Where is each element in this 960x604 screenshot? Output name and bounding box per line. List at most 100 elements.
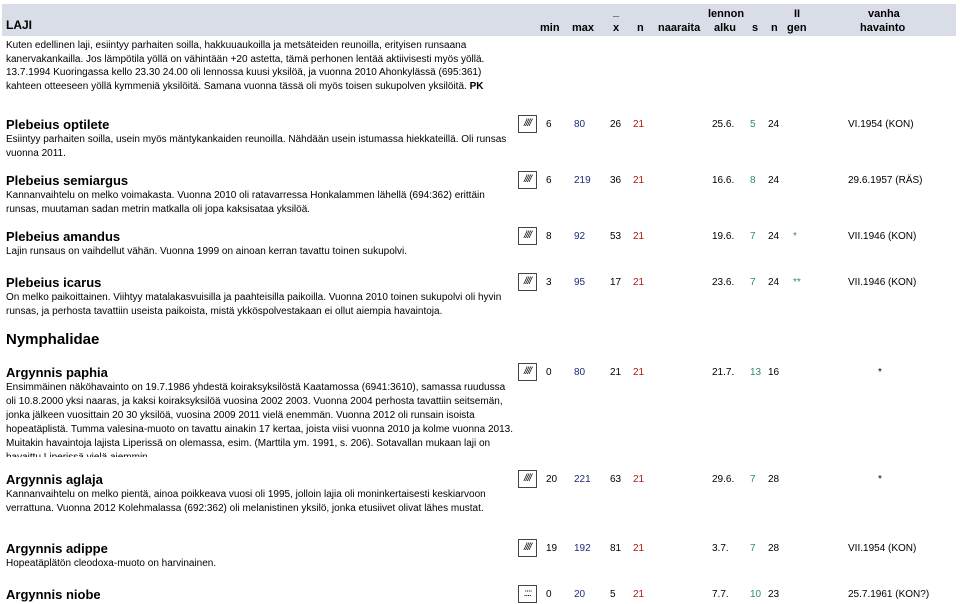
species-name: Plebeius icarus <box>6 275 102 290</box>
cell-naaraita: 21 <box>633 474 645 485</box>
cell-n: 28 <box>768 543 780 554</box>
cell-max: 95 <box>574 277 586 288</box>
cell-s: 8 <box>750 175 756 186</box>
cell-vanha: * <box>878 367 882 378</box>
cell-naaraita: 21 <box>633 175 645 186</box>
cell-min: 19 <box>546 543 558 554</box>
cell-naaraita: 21 <box>633 231 645 242</box>
col-x-bar: _ <box>613 6 620 18</box>
cell-alku: 21.7. <box>712 367 735 378</box>
cell-max: 192 <box>574 543 591 554</box>
cell-x: 63 <box>610 474 622 485</box>
col-laji: LAJI <box>6 18 33 32</box>
cell-alku: 3.7. <box>712 543 729 554</box>
cell-n: 28 <box>768 474 780 485</box>
cell-s: 5 <box>750 119 756 130</box>
species-name: Argynnis niobe <box>6 587 101 602</box>
cell-s: 13 <box>750 367 762 378</box>
species-name: Argynnis aglaja <box>6 472 103 487</box>
cell-s: 7 <box>750 543 756 554</box>
cell-vanha: 25.7.1961 (KON?) <box>848 589 930 600</box>
cell-vanha: 29.6.1957 (RÄS) <box>848 175 923 186</box>
cell-x: 81 <box>610 543 622 554</box>
family-heading: Nymphalidae <box>6 331 100 348</box>
species-description: Kannanvaihtelu on melko pientä, ainoa po… <box>6 489 486 514</box>
intro-text: Kuten edellinen laji, esiintyy parhaiten… <box>6 40 485 92</box>
flight-period-icon: //// <box>518 470 537 488</box>
cell-alku: 19.6. <box>712 231 735 242</box>
col-min: min <box>540 22 560 34</box>
cell-max: 219 <box>574 175 591 186</box>
cell-naaraita: 21 <box>633 589 645 600</box>
table-header: LAJI min max _ x n naaraita lennon alku … <box>2 4 956 36</box>
cell-x: 53 <box>610 231 622 242</box>
species-description: Lajin runsaus on vaihdellut vähän. Vuonn… <box>6 246 408 257</box>
cell-naaraita: 21 <box>633 367 645 378</box>
flight-period-icon: //// <box>518 227 537 245</box>
cell-alku: 29.6. <box>712 474 735 485</box>
col-naaraita: naaraita <box>658 22 701 34</box>
flight-period-icon: //// <box>518 363 537 381</box>
species-description: On melko paikoittainen. Viihtyy matalaka… <box>6 292 502 317</box>
cell-x: 26 <box>610 119 622 130</box>
cell-max: 20 <box>574 589 586 600</box>
intro-tag: PK <box>469 80 484 92</box>
cell-vanha: VI.1954 (KON) <box>848 119 914 130</box>
flight-period-icon: //// <box>518 539 537 557</box>
col-ii: II <box>794 8 801 20</box>
species-name: Argynnis paphia <box>6 365 108 380</box>
cell-min: 8 <box>546 231 552 242</box>
cell-x: 21 <box>610 367 622 378</box>
species-name: Plebeius optilete <box>6 117 110 132</box>
flight-period-icon: //// <box>518 273 537 291</box>
cell-n: 24 <box>768 175 780 186</box>
cell-vanha: * <box>878 474 882 485</box>
col-n: n <box>637 22 644 34</box>
species-name: Plebeius semiargus <box>6 173 129 188</box>
col-havainto: havainto <box>860 22 906 34</box>
flight-period-icon: //// <box>518 171 537 189</box>
cell-alku: 23.6. <box>712 277 735 288</box>
col-vanha: vanha <box>868 8 900 20</box>
col-x: x <box>613 22 620 34</box>
cell-gen: * <box>793 231 797 242</box>
cell-vanha: VII.1946 (KON) <box>848 231 917 242</box>
flight-period-icon: //// <box>518 115 537 133</box>
col-n2: n <box>771 22 778 34</box>
cell-min: 20 <box>546 474 558 485</box>
cell-alku: 25.6. <box>712 119 735 130</box>
cell-vanha: VII.1954 (KON) <box>848 543 917 554</box>
cell-x: 17 <box>610 277 622 288</box>
cell-min: 6 <box>546 119 552 130</box>
species-description: Esiintyy parhaiten soilla, usein myös mä… <box>6 134 507 159</box>
cell-s: 7 <box>750 277 756 288</box>
species-name: Plebeius amandus <box>6 229 121 244</box>
cell-gen: ** <box>793 277 801 288</box>
col-alku: alku <box>714 22 737 34</box>
cell-n: 24 <box>768 277 780 288</box>
col-s: s <box>752 22 759 34</box>
cell-n: 23 <box>768 589 780 600</box>
cell-alku: 7.7. <box>712 589 729 600</box>
cell-naaraita: 21 <box>633 119 645 130</box>
cell-max: 80 <box>574 119 586 130</box>
cell-max: 92 <box>574 231 586 242</box>
intro-paragraph: Kuten edellinen laji, esiintyy parhaiten… <box>6 39 516 93</box>
cell-min: 3 <box>546 277 552 288</box>
col-gen: gen <box>787 22 807 34</box>
cell-vanha: VII.1946 (KON) <box>848 277 917 288</box>
flight-period-icon: :::: <box>518 585 537 603</box>
cell-min: 0 <box>546 589 552 600</box>
cell-s: 10 <box>750 589 762 600</box>
cell-min: 0 <box>546 367 552 378</box>
cell-n: 24 <box>768 119 780 130</box>
col-lennon: lennon <box>708 8 745 20</box>
species-description: Hopeatäplätön cleodoxa-muoto on harvinai… <box>6 558 217 569</box>
cell-n: 24 <box>768 231 780 242</box>
col-max: max <box>572 22 595 34</box>
cell-naaraita: 21 <box>633 543 645 554</box>
cell-max: 221 <box>574 474 591 485</box>
cell-s: 7 <box>750 231 756 242</box>
cell-s: 7 <box>750 474 756 485</box>
cell-max: 80 <box>574 367 586 378</box>
